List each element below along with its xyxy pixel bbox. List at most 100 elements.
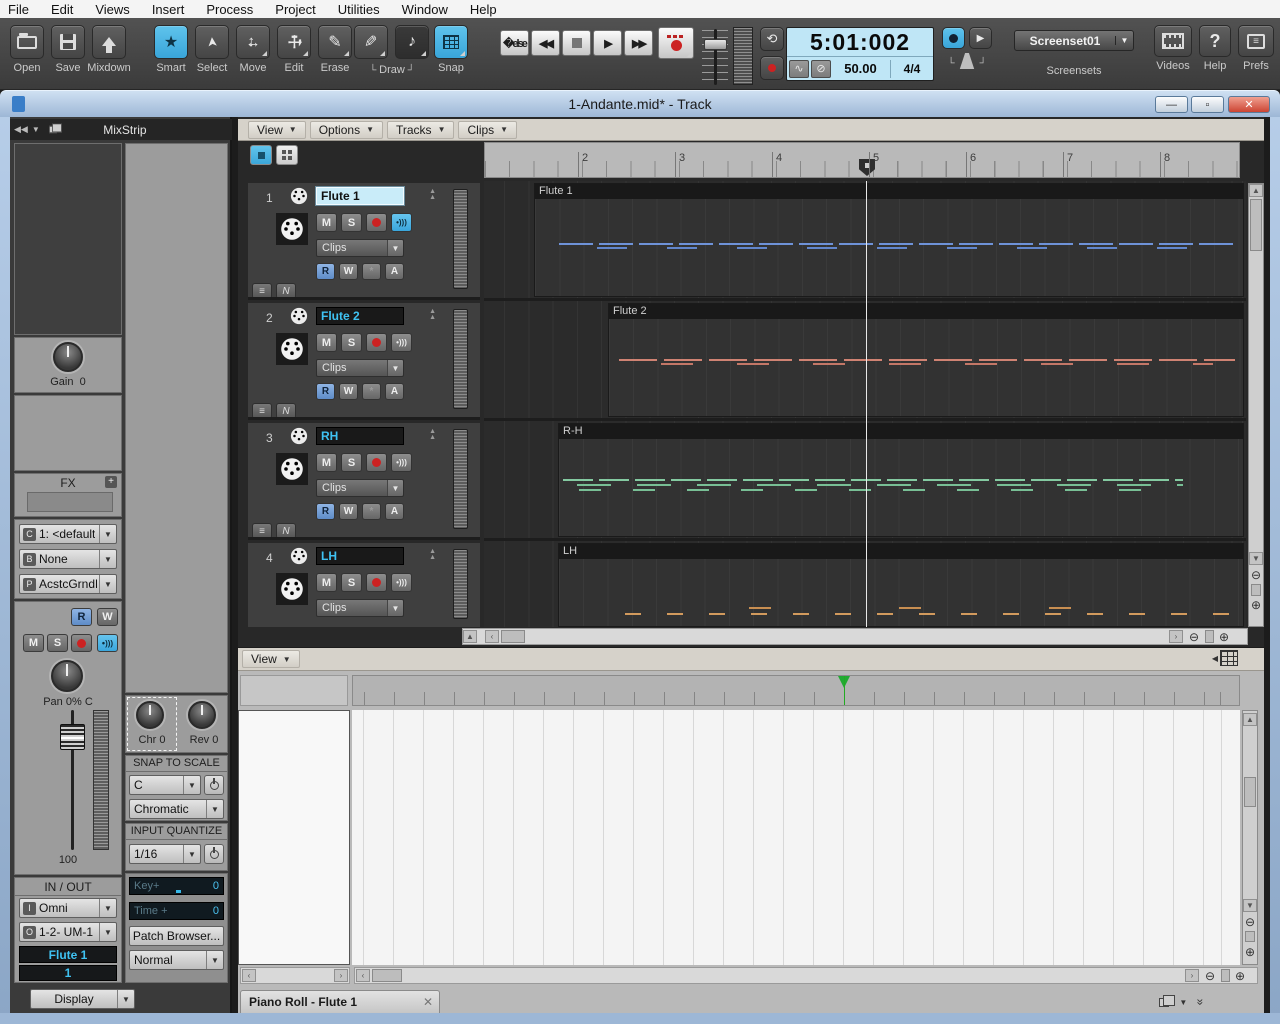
scroll-up-button[interactable]: ▲ bbox=[1249, 184, 1263, 197]
arm-button[interactable] bbox=[366, 453, 387, 472]
menu-views[interactable]: Views bbox=[95, 2, 129, 17]
zoom-out-horizontal-icon[interactable]: ⊖ bbox=[1187, 630, 1201, 644]
scroll-down-button[interactable]: ▼ bbox=[1249, 552, 1263, 565]
chorus-knob[interactable] bbox=[136, 701, 164, 729]
track-name[interactable]: LH bbox=[316, 547, 404, 565]
menu-edit[interactable]: Edit bbox=[51, 2, 73, 17]
track-layers-icon[interactable]: ≡ bbox=[252, 283, 272, 299]
play-button[interactable]: ▶ bbox=[593, 30, 622, 56]
menu-utilities[interactable]: Utilities bbox=[338, 2, 380, 17]
input-echo-button[interactable]: •))) bbox=[391, 453, 412, 472]
zoom-fader-vertical[interactable] bbox=[1245, 931, 1255, 942]
track-layers-icon[interactable]: ≡ bbox=[252, 403, 272, 419]
arm-button[interactable] bbox=[366, 333, 387, 352]
note-duration-button[interactable]: ♪ bbox=[395, 25, 429, 59]
mute-option-button[interactable]: ⊘ bbox=[811, 60, 831, 78]
scroll-down-button[interactable]: ▼ bbox=[1243, 899, 1257, 912]
console-mode-button[interactable] bbox=[276, 145, 298, 165]
zoom-in-horizontal-icon[interactable]: ⊕ bbox=[1217, 630, 1231, 644]
track-layers-icon[interactable]: ≡ bbox=[252, 523, 272, 539]
key-offset-field[interactable]: Key+0 bbox=[129, 877, 224, 895]
automation-lane-icon[interactable]: N bbox=[276, 523, 296, 539]
zoom-fader-vertical[interactable] bbox=[1251, 584, 1261, 596]
metronome-indicator[interactable]: └ ┘ bbox=[942, 53, 992, 71]
expand-track-button[interactable]: ▲▲ bbox=[429, 189, 436, 201]
mode-dropdown[interactable]: Normal▼ bbox=[129, 950, 224, 970]
toolbar-fader[interactable] bbox=[700, 27, 730, 87]
tv-view-menu[interactable]: View▼ bbox=[248, 121, 306, 139]
menu-process[interactable]: Process bbox=[206, 2, 253, 17]
mute-button[interactable]: M bbox=[316, 453, 337, 472]
tab-menu-arrow-icon[interactable]: ▼ bbox=[1179, 998, 1187, 1007]
input-echo-button[interactable]: •))) bbox=[391, 213, 412, 232]
menu-file[interactable]: File bbox=[8, 2, 29, 17]
scale-root-dropdown[interactable]: C▼ bbox=[129, 775, 201, 795]
pr-view-menu[interactable]: View▼ bbox=[242, 650, 300, 668]
menu-help[interactable]: Help bbox=[470, 2, 497, 17]
erase-tool-button[interactable]: ✎ bbox=[318, 25, 352, 59]
clip-rh[interactable]: R-H bbox=[558, 423, 1244, 537]
zoom-in-horizontal-icon[interactable]: ⊕ bbox=[1233, 969, 1247, 983]
input-dropdown[interactable]: IOmni▼ bbox=[19, 898, 117, 918]
automation-read-button[interactable]: R bbox=[316, 263, 335, 280]
scroll-thumb[interactable] bbox=[1244, 777, 1256, 807]
fx-bin[interactable] bbox=[27, 492, 113, 512]
track-header-3[interactable]: 3 RH ▲▲ M S •))) Clips▼ R W * A ≡N bbox=[248, 423, 480, 540]
collapse-icon[interactable]: ◀◀ bbox=[14, 124, 28, 135]
quantize-dropdown[interactable]: 1/16▼ bbox=[129, 844, 201, 864]
track-horizontal-scrollbar[interactable]: ▲ ‹ › ⊖ ⊕ bbox=[462, 628, 1248, 645]
tv-tracks-menu[interactable]: Tracks▼ bbox=[387, 121, 454, 139]
expand-track-button[interactable]: ▲▲ bbox=[429, 309, 436, 321]
menu-project[interactable]: Project bbox=[275, 2, 315, 17]
show-drum-pane-button[interactable]: ◀ bbox=[1212, 650, 1238, 666]
strip-read-button[interactable]: R bbox=[71, 608, 92, 626]
menu-window[interactable]: Window bbox=[402, 2, 448, 17]
select-tool-button[interactable]: ➤ bbox=[195, 25, 229, 59]
input-echo-button[interactable]: •))) bbox=[391, 573, 412, 592]
move-tool-button[interactable]: ↔↕ bbox=[236, 25, 270, 59]
volume-fader-thumb[interactable] bbox=[60, 724, 85, 750]
track-pane-mode-button[interactable] bbox=[250, 145, 272, 165]
track-header-1[interactable]: 1 Flute 1 ▲▲ M S •))) Clips▼ R W * A ≡N bbox=[248, 183, 480, 300]
rewind-start-button[interactable]: �else bbox=[500, 30, 529, 56]
channel-dropdown[interactable]: C1: <default>▼ bbox=[19, 524, 117, 544]
pr-horizontal-scrollbar[interactable]: ‹ › ⊖ ⊕ bbox=[354, 967, 1258, 984]
prefs-button[interactable]: ≡ bbox=[1238, 25, 1274, 57]
keys-scrollbar[interactable]: ‹ › bbox=[240, 967, 350, 984]
track-vertical-scrollbar[interactable]: ▲ ▼ ⊖ ⊕ bbox=[1248, 183, 1264, 627]
audition-play-button[interactable]: ▶ bbox=[969, 27, 992, 49]
freeze-button[interactable]: * bbox=[362, 503, 381, 520]
restore-button[interactable]: ▫ bbox=[1191, 96, 1224, 113]
gain-knob[interactable] bbox=[53, 342, 83, 372]
input-echo-button[interactable]: •))) bbox=[391, 333, 412, 352]
strip-mute-button[interactable]: M bbox=[23, 634, 44, 652]
edit-filter-dropdown[interactable]: Clips▼ bbox=[316, 239, 404, 257]
automation-write-button[interactable]: W bbox=[339, 503, 358, 520]
zoom-in-vertical-icon[interactable]: ⊕ bbox=[1249, 598, 1263, 612]
expand-track-button[interactable]: ▲▲ bbox=[429, 429, 436, 441]
volume-fader[interactable] bbox=[59, 710, 85, 850]
pan-knob[interactable] bbox=[51, 660, 83, 692]
snap-button[interactable] bbox=[434, 25, 468, 59]
zoom-out-horizontal-icon[interactable]: ⊖ bbox=[1203, 969, 1217, 983]
scroll-thumb[interactable] bbox=[501, 630, 525, 643]
mixstrip-menu-icon[interactable]: ▼ bbox=[32, 125, 40, 134]
automation-lane-icon[interactable]: N bbox=[276, 403, 296, 419]
save-button[interactable] bbox=[51, 25, 85, 59]
arm-button[interactable] bbox=[366, 213, 387, 232]
scroll-thumb[interactable] bbox=[1250, 199, 1262, 251]
stop-button[interactable] bbox=[562, 30, 591, 56]
pr-vertical-scrollbar[interactable]: ▲ ▼ ⊖ ⊕ bbox=[1242, 710, 1258, 965]
strip-write-button[interactable]: W bbox=[97, 608, 118, 626]
arm-button[interactable] bbox=[366, 573, 387, 592]
clips-pane[interactable]: Flute 1 Flute 2 R-H bbox=[484, 181, 1246, 627]
scale-type-dropdown[interactable]: Chromatic▼ bbox=[129, 799, 224, 819]
snap-scale-power-button[interactable] bbox=[204, 775, 224, 795]
open-button[interactable] bbox=[10, 25, 44, 59]
strip-record-button[interactable] bbox=[71, 634, 92, 652]
freeze-button[interactable]: * bbox=[362, 383, 381, 400]
mixdown-button[interactable] bbox=[92, 25, 126, 59]
archive-button[interactable]: A bbox=[385, 263, 404, 280]
reverb-knob[interactable] bbox=[188, 701, 216, 729]
patch-browser-button[interactable]: Patch Browser... bbox=[129, 926, 224, 946]
